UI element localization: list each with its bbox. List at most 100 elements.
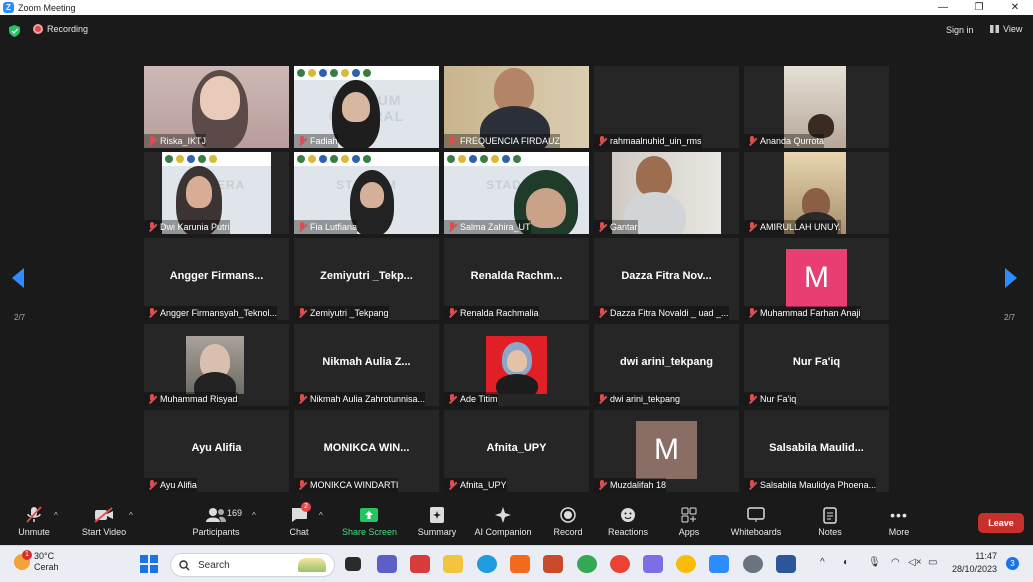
weather-widget[interactable]: 1 30°C Cerah (14, 550, 59, 573)
chrome-icon[interactable] (676, 555, 696, 573)
participants-chevron-icon[interactable]: ^ (252, 511, 256, 520)
tray-app-icon[interactable]: ◐ (843, 557, 849, 568)
wifi-icon[interactable]: ◠ (891, 557, 900, 568)
video-tile[interactable]: STADIUM GENERAL Fadiah (294, 66, 439, 148)
participant-name: dwi arini_tekpang (610, 394, 681, 404)
video-tile[interactable]: STADIUM Salma Zahira_UT (444, 152, 589, 234)
video-tile[interactable]: Gantar (594, 152, 739, 234)
video-tile[interactable]: Renalda Rachm... Renalda Rachmalia (444, 238, 589, 320)
windows-start-icon[interactable] (140, 555, 158, 573)
shield-icon[interactable] (9, 25, 20, 37)
muted-mic-icon (748, 222, 756, 232)
participant-name: MONIKCA WINDARTI (310, 480, 399, 490)
start-video-button[interactable]: Start Video (80, 505, 128, 537)
battery-icon[interactable]: ▭ (928, 557, 937, 568)
participant-name: Nikmah Aulia Zahrotunnisa... (310, 394, 426, 404)
leave-button[interactable]: Leave (978, 513, 1024, 533)
notification-count-badge[interactable]: 3 (1006, 557, 1019, 570)
video-tile[interactable]: rahmaalnuhid_uin_rms (594, 66, 739, 148)
app-icon[interactable] (410, 555, 430, 573)
video-tile[interactable]: M Muzdalifah 18 (594, 410, 739, 492)
video-tile[interactable]: AMIRULLAH UNUY. (744, 152, 889, 234)
prev-page-arrow-icon[interactable] (12, 268, 24, 288)
restore-button[interactable]: ❐ (961, 0, 997, 15)
video-tile[interactable]: Nikmah Aulia Z... Nikmah Aulia Zahrotunn… (294, 324, 439, 406)
chat-chevron-icon[interactable]: ^ (319, 511, 323, 520)
app-icon[interactable] (510, 555, 530, 573)
muted-mic-icon (298, 480, 306, 490)
participant-name: Afnita_UPY (460, 480, 507, 490)
apps-button[interactable]: Apps (674, 505, 704, 537)
video-tile[interactable]: Riska_IKTJ (144, 66, 289, 148)
search-icon (179, 559, 190, 570)
microphone-tray-icon[interactable]: 🎙 (868, 557, 881, 568)
audio-options-chevron-icon[interactable]: ^ (54, 511, 58, 520)
video-tile[interactable]: GENERA Dwi Karunia Putri (144, 152, 289, 234)
window-titlebar: Z Zoom Meeting — ❐ ✕ (0, 0, 1033, 15)
file-explorer-icon[interactable] (443, 555, 463, 573)
more-button[interactable]: ••• More (884, 505, 914, 537)
settings-gear-icon[interactable] (743, 555, 763, 573)
speaker-icon[interactable]: ◁× (908, 557, 922, 568)
video-tile[interactable]: Muhammad Risyad (144, 324, 289, 406)
share-screen-label: Share Screen (342, 527, 398, 537)
taskbar-search[interactable]: Search (170, 553, 335, 577)
muted-mic-icon (148, 136, 156, 146)
participant-display-name: Angger Firmans... (169, 270, 264, 282)
video-tile[interactable]: MONIKCA WIN... MONIKCA WINDARTI (294, 410, 439, 492)
participant-video (186, 336, 244, 394)
page-indicator-right: 2/7 (1004, 313, 1016, 322)
video-tile[interactable]: Salsabila Maulid... Salsabila Maulidya P… (744, 410, 889, 492)
next-page-arrow-icon[interactable] (1005, 268, 1017, 288)
participant-display-name: Nikmah Aulia Z... (322, 356, 411, 368)
more-label: More (888, 527, 910, 537)
participant-display-name: Nur Fa'iq (792, 356, 841, 368)
video-options-chevron-icon[interactable]: ^ (129, 511, 133, 520)
recording-indicator[interactable]: Recording (33, 24, 88, 34)
chrome-icon[interactable] (610, 555, 630, 573)
video-tile[interactable]: Afnita_UPY Afnita_UPY (444, 410, 589, 492)
close-button[interactable]: ✕ (997, 0, 1033, 15)
unmute-button[interactable]: Unmute (14, 505, 54, 537)
edge-icon[interactable] (477, 555, 497, 573)
ai-companion-button[interactable]: AI Companion (472, 505, 534, 537)
zoom-taskbar-icon[interactable] (709, 555, 729, 573)
participant-name: Muhammad Risyad (160, 394, 238, 404)
video-tile[interactable]: Angger Firmans... Angger Firmansyah_Tekn… (144, 238, 289, 320)
reactions-button[interactable]: Reactions (605, 505, 651, 537)
view-button[interactable]: View (990, 24, 1022, 34)
video-tile[interactable]: FREQUENCIA FIRDAUZ (444, 66, 589, 148)
powerpoint-icon[interactable] (543, 555, 563, 573)
window-controls: — ❐ ✕ (925, 0, 1033, 15)
video-tile[interactable]: Dazza Fitra Nov... Dazza Fitra Novaldi _… (594, 238, 739, 320)
word-icon[interactable] (776, 555, 796, 573)
chrome-icon[interactable] (577, 555, 597, 573)
video-tile[interactable]: M Muhammad Farhan Anaji (744, 238, 889, 320)
record-button[interactable]: Record (550, 505, 586, 537)
video-tile[interactable]: dwi arini_tekpang dwi arini_tekpang (594, 324, 739, 406)
summary-button[interactable]: Summary (415, 505, 459, 537)
sign-in-link[interactable]: Sign in (946, 25, 974, 35)
muted-mic-icon (298, 394, 306, 404)
taskbar-clock[interactable]: 11:47 28/10/2023 (952, 550, 997, 576)
app-icon[interactable] (643, 555, 663, 573)
task-view-icon[interactable] (345, 557, 361, 571)
video-tile[interactable]: Ade Titim (444, 324, 589, 406)
teams-chat-icon[interactable] (377, 555, 397, 573)
summary-icon (430, 507, 444, 523)
video-tile[interactable]: Nur Fa'iq Nur Fa'iq (744, 324, 889, 406)
video-tile[interactable]: STADIUM Fia Lutfiana (294, 152, 439, 234)
weather-badge: 1 (22, 550, 32, 560)
video-tile[interactable]: Zemiyutri _Tekp... Zemiyutri _Tekpang (294, 238, 439, 320)
participant-display-name: Zemiyutri _Tekp... (320, 270, 413, 282)
tray-chevron-icon[interactable]: ^ (820, 557, 825, 568)
video-tile[interactable]: Ananda Qurrota (744, 66, 889, 148)
share-screen-button[interactable]: Share Screen (342, 505, 398, 537)
whiteboards-button[interactable]: Whiteboards (728, 505, 784, 537)
page-indicator-left: 2/7 (14, 313, 26, 322)
video-tile[interactable]: Ayu Alifia Ayu Alifia (144, 410, 289, 492)
record-label: Record (553, 527, 583, 537)
search-placeholder: Search (198, 559, 230, 571)
notes-button[interactable]: Notes (814, 505, 846, 537)
minimize-button[interactable]: — (925, 0, 961, 15)
